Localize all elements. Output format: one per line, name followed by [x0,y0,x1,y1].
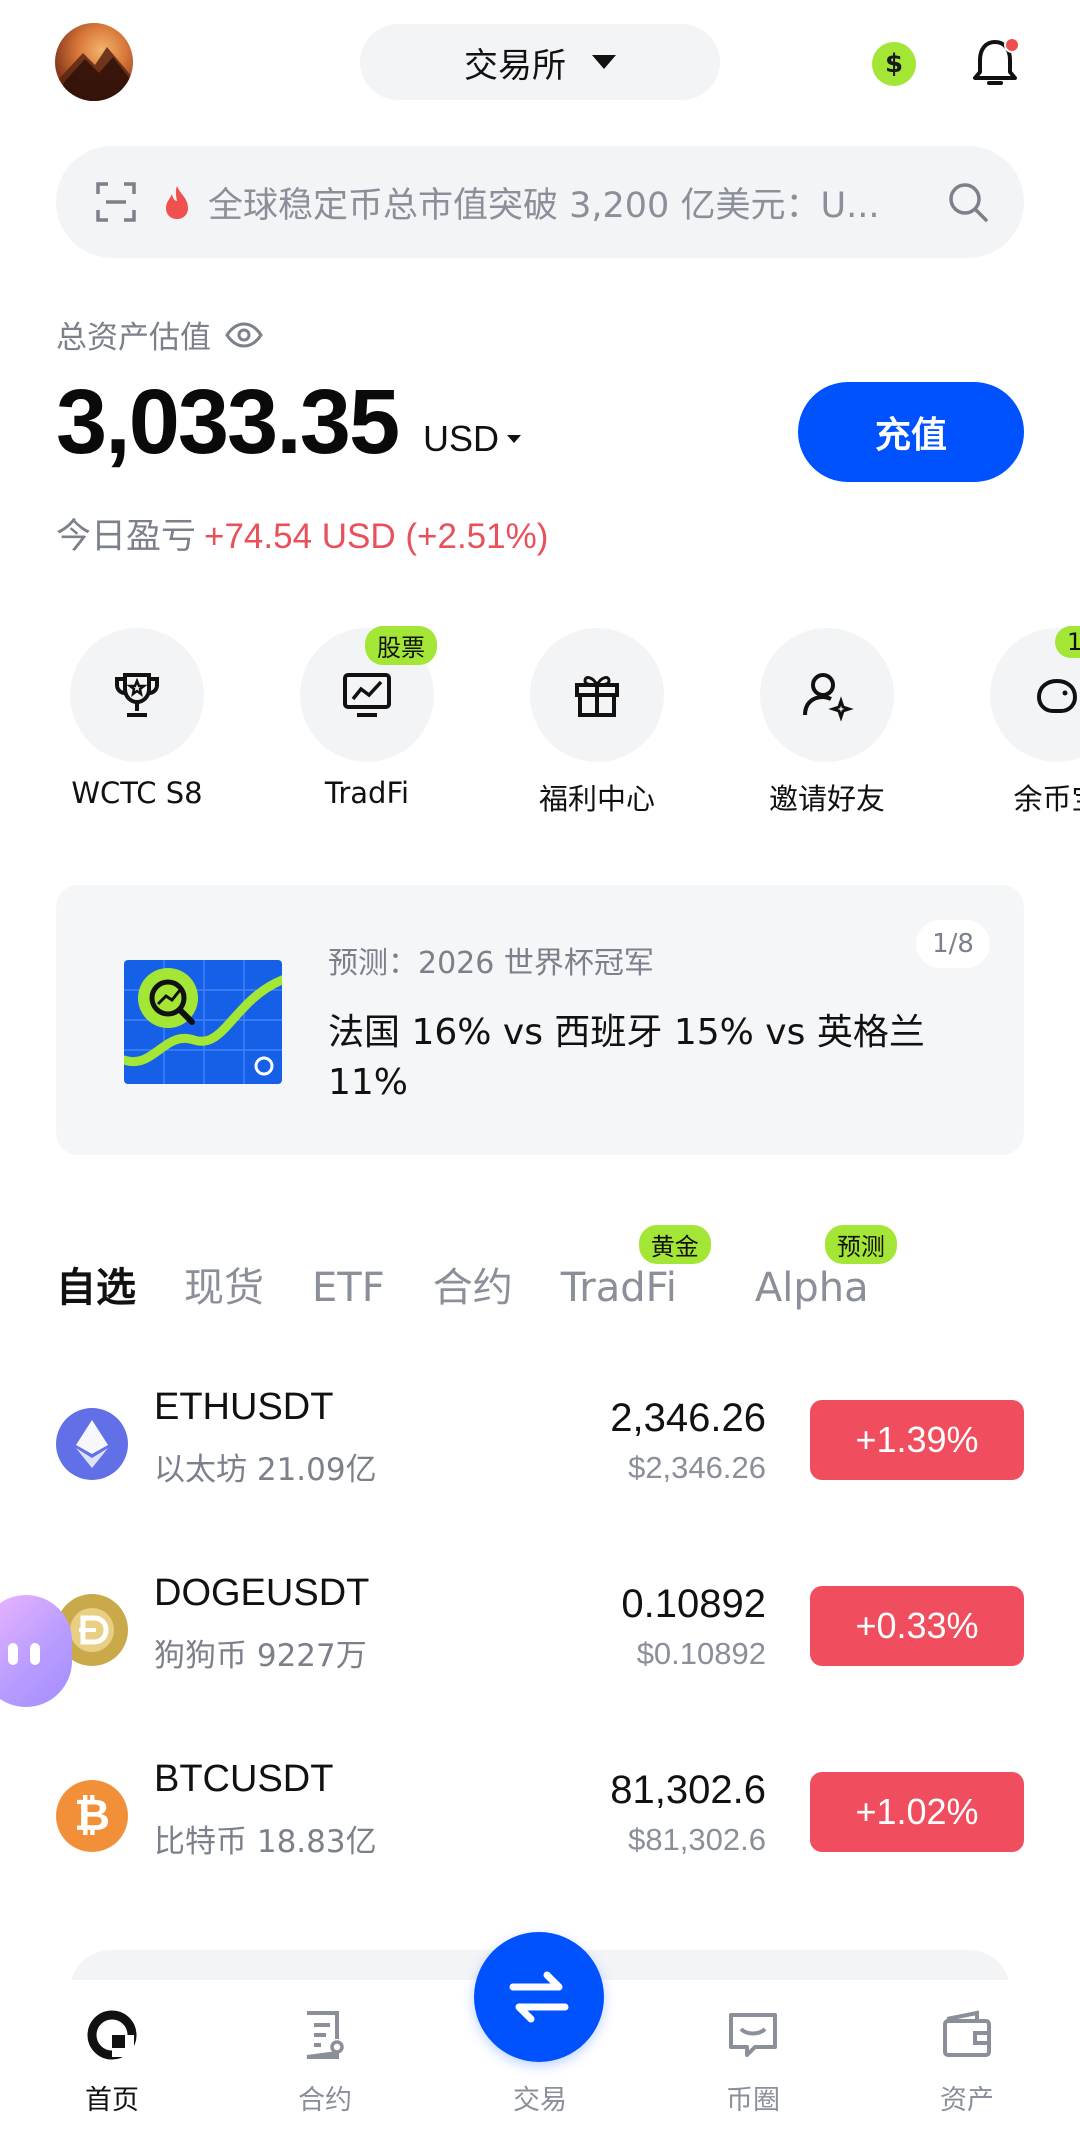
nav-home[interactable]: 首页 [32,2000,192,2117]
nav-label: 首页 [85,2085,139,2116]
change-badge[interactable]: +1.02% [810,1772,1024,1852]
market-row-btc[interactable]: ₿ BTCUSDT 比特币 18.83亿 81,302.6 $81,302.6 … [56,1752,1024,1872]
shortcut-wctc[interactable]: WCTC S8 [37,628,237,810]
total-assets-label: 总资产估值 [56,320,211,356]
nav-label: 合约 [298,2085,352,2116]
daily-pnl-value: +74.54 USD (+2.51%) [204,517,549,556]
nav-label: 资产 [940,2085,994,2116]
shortcut-invite[interactable]: 邀请好友 [727,628,927,818]
search-ticker-text: 全球稳定币总市值突破 3,200 亿美元：U... [208,185,880,226]
shortcut-tradfi[interactable]: TradFi 股票 [267,626,467,810]
tab-spot[interactable]: 现货 [184,1255,264,1313]
promo-title: 法国 16% vs 西班牙 15% vs 英格兰 11% [328,1012,925,1103]
promo-page-indicator: 1/8 [916,920,990,968]
nav-label: 交易 [513,2085,567,2116]
pair-volume: 比特币 18.83亿 [154,1824,377,1860]
exchange-mode-label: 交易所 [464,45,566,86]
change-badge[interactable]: +0.33% [810,1586,1024,1666]
last-price-usd: $81,302.6 [628,1822,766,1857]
wallet-icon [887,2000,1047,2070]
assistant-eye [30,1643,40,1665]
deposit-button[interactable]: 充值 [798,382,1024,482]
tab-favorites[interactable]: 自选 [56,1255,136,1313]
tab-alpha[interactable]: Alpha 预测 [754,1225,897,1311]
shortcut-label: 邀请好友 [768,782,885,816]
last-price: 81,302.6 [610,1768,766,1812]
pair-volume: 狗狗币 9227万 [154,1638,367,1674]
search-icon[interactable] [946,180,990,224]
prediction-chart-icon [124,960,282,1084]
dollar-symbol: $ [884,49,904,79]
gift-icon [530,628,664,762]
tab-alpha-label: Alpha [754,1265,869,1311]
scan-icon[interactable] [94,180,138,224]
market-row-doge[interactable]: DOGEUSDT 狗狗币 9227万 0.10892 $0.10892 +0.3… [56,1566,1024,1686]
btc-icon: ₿ [56,1780,128,1852]
pair-symbol: ETHUSDT [154,1386,334,1428]
home-icon [32,2000,192,2070]
exchange-mode-switch[interactable]: 交易所 [360,24,720,100]
shortcut-label: 余币宝 [1013,782,1080,816]
chat-icon [673,2000,833,2070]
shortcut-savings[interactable]: 余币宝 1 [957,626,1080,818]
pair-volume: 以太坊 21.09亿 [154,1452,377,1488]
pair-symbol: DOGEUSDT [154,1572,370,1614]
tab-futures[interactable]: 合约 [433,1255,513,1313]
eth-icon [56,1408,128,1480]
daily-pnl: 今日盈亏 +74.54 USD (+2.51%) [56,508,548,559]
last-price-usd: $2,346.26 [628,1450,766,1485]
shortcut-rewards[interactable]: 福利中心 [497,628,697,818]
avatar[interactable] [55,23,133,101]
shortcut-label: 福利中心 [538,782,655,816]
tab-tag: 黄金 [638,1225,711,1264]
nav-futures[interactable]: 合约 [245,2000,405,2117]
caret-down-icon [592,55,616,69]
dollar-icon[interactable]: $ [872,42,916,86]
shortcut-label: TradFi [324,776,410,810]
assistant-eye [8,1643,18,1665]
shortcut-tag: 1 [1055,626,1080,658]
invite-user-icon [760,628,894,762]
currency-label: USD [423,418,500,459]
tab-tag: 预测 [824,1225,897,1264]
contract-icon [245,2000,405,2070]
nav-feed[interactable]: 币圈 [673,2000,833,2117]
eye-icon[interactable] [225,321,263,348]
market-row-eth[interactable]: ETHUSDT 以太坊 21.09亿 2,346.26 $2,346.26 +1… [56,1380,1024,1500]
total-assets-label-row: 总资产估值 [56,312,263,357]
tab-tradfi[interactable]: TradFi 黄金 [560,1225,711,1311]
last-price-usd: $0.10892 [636,1636,766,1671]
trophy-icon [70,628,204,762]
notification-dot [1004,37,1020,53]
fire-icon [166,186,188,219]
last-price: 0.10892 [621,1582,766,1626]
change-badge[interactable]: +1.39% [810,1400,1024,1480]
promo-subtitle: 预测：2026 世界杯冠军 [328,946,654,981]
shortcut-label: WCTC S8 [71,776,203,810]
nav-assets[interactable]: 资产 [887,2000,1047,2117]
nav-label: 币圈 [726,2085,780,2116]
last-price: 2,346.26 [610,1396,766,1440]
assistant-bubble[interactable] [0,1595,72,1707]
swap-icon [509,1971,569,2023]
total-balance: 3,033.35 [56,371,400,473]
trade-fab-button[interactable] [474,1932,604,2062]
pair-symbol: BTCUSDT [154,1758,334,1800]
shortcut-tag: 股票 [365,626,437,665]
currency-selector[interactable]: USD [423,418,522,460]
market-tabs: 自选 现货 ETF 合约 TradFi 黄金 Alpha 预测 [56,1225,917,1313]
search-bar[interactable]: 全球稳定币总市值突破 3,200 亿美元：U... [56,146,1024,258]
tab-etf[interactable]: ETF [312,1265,385,1311]
caret-down-icon [507,435,522,443]
tab-tradfi-label: TradFi [560,1265,677,1311]
daily-pnl-label: 今日盈亏 [56,517,197,557]
